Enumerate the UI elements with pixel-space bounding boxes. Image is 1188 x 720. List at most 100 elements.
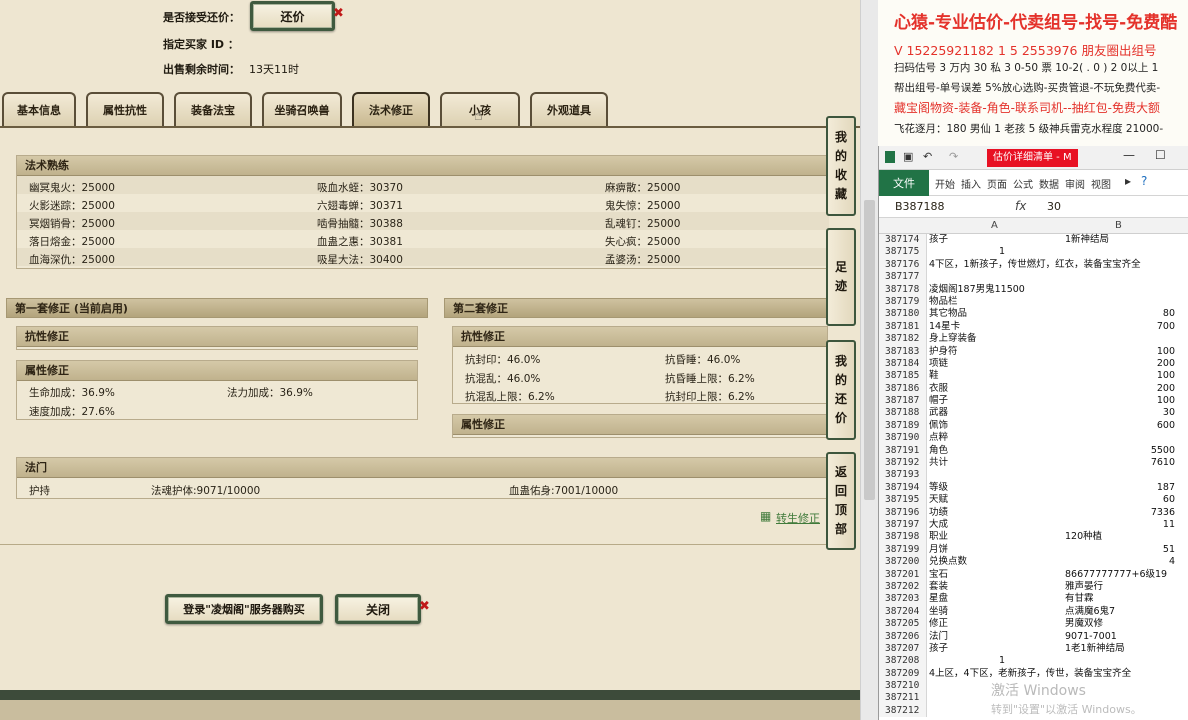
cell-b[interactable]: 7336: [1065, 507, 1175, 519]
tab-appearance[interactable]: 外观道具: [530, 92, 608, 126]
sheet-row[interactable]: 387204 坐骑 点满魔6鬼7: [879, 605, 1188, 619]
cell-b[interactable]: 200: [1065, 358, 1175, 370]
sheet-row[interactable]: 387205 修正 男魔双修: [879, 618, 1188, 631]
row-number[interactable]: 387185: [879, 370, 927, 383]
sheet-row[interactable]: 387175 1: [879, 246, 1188, 259]
row-number[interactable]: 387189: [879, 419, 927, 433]
cell-a[interactable]: 物品栏: [929, 296, 958, 308]
cell-a[interactable]: 宝石: [929, 569, 948, 581]
row-number[interactable]: 387192: [879, 457, 927, 470]
cell-a[interactable]: 功绩: [929, 507, 948, 519]
tab-attribute-resist[interactable]: 属性抗性: [86, 92, 164, 126]
cell-b[interactable]: 187: [1065, 482, 1175, 494]
sheet-row[interactable]: 387187 帽子 100: [879, 395, 1188, 408]
cell-a[interactable]: 鞋: [929, 370, 939, 382]
cell-b[interactable]: 4: [1065, 556, 1175, 568]
row-number[interactable]: 387199: [879, 543, 927, 557]
row-number[interactable]: 387176: [879, 258, 927, 272]
cell-a[interactable]: 衣服: [929, 383, 948, 395]
fx-icon[interactable]: fx: [1015, 199, 1026, 213]
row-number[interactable]: 387179: [879, 295, 927, 309]
row-number[interactable]: 387178: [879, 283, 927, 296]
sheet-row[interactable]: 387189 佩饰 600: [879, 419, 1188, 433]
cell-a[interactable]: 其它物品: [929, 308, 967, 320]
redo-icon[interactable]: ↷: [949, 150, 958, 163]
cell-a[interactable]: 孩子: [929, 234, 948, 246]
sheet-row[interactable]: 387199 月饼 51: [879, 543, 1188, 557]
sheet-row[interactable]: 387191 角色 5500: [879, 444, 1188, 458]
row-number[interactable]: 387206: [879, 630, 927, 643]
row-number[interactable]: 387174: [879, 234, 927, 247]
cell-b[interactable]: 200: [1065, 383, 1175, 395]
row-number[interactable]: 387195: [879, 494, 927, 507]
row-number[interactable]: 387175: [879, 246, 927, 259]
cell-a[interactable]: 1: [999, 655, 1005, 667]
cell-a[interactable]: 项链: [929, 358, 948, 370]
save-icon[interactable]: ▣: [903, 150, 913, 163]
sheet-row[interactable]: 387198 职业 120种植: [879, 531, 1188, 544]
cell-a[interactable]: 天赋: [929, 494, 948, 506]
cell-a[interactable]: 帽子: [929, 395, 948, 407]
sheet-row[interactable]: 387192 共计 7610: [879, 457, 1188, 470]
row-number[interactable]: 387193: [879, 469, 927, 482]
tab-basic-info[interactable]: 基本信息: [2, 92, 76, 126]
row-number[interactable]: 387198: [879, 531, 927, 544]
cell-b[interactable]: 30: [1065, 407, 1175, 419]
cell-b[interactable]: 11: [1065, 519, 1175, 531]
cell-a[interactable]: 点粹: [929, 432, 948, 444]
sheet-row[interactable]: 387196 功绩 7336: [879, 506, 1188, 519]
cell-b[interactable]: 有甘霖: [1065, 593, 1175, 605]
row-number[interactable]: 387200: [879, 556, 927, 569]
ribbon-tab-file[interactable]: 文件: [879, 170, 929, 196]
browser-scrollbar[interactable]: [860, 0, 878, 720]
row-number[interactable]: 387182: [879, 333, 927, 346]
cell-b[interactable]: 100: [1065, 370, 1175, 382]
tab-equipment[interactable]: 装备法宝: [174, 92, 252, 126]
sheet-row[interactable]: 387181 14星卡 700: [879, 320, 1188, 334]
ribbon-tab-data[interactable]: 数据: [1039, 176, 1059, 191]
row-number[interactable]: 387177: [879, 271, 927, 284]
cell-a[interactable]: 坐骑: [929, 606, 948, 618]
cell-b[interactable]: 600: [1065, 420, 1175, 432]
ribbon-tab-page[interactable]: 页面: [987, 176, 1007, 191]
row-number[interactable]: 387188: [879, 407, 927, 420]
sheet-row[interactable]: 387183 护身符 100: [879, 345, 1188, 358]
row-number[interactable]: 387209: [879, 667, 927, 681]
cell-a[interactable]: 共计: [929, 457, 948, 469]
sheet-row[interactable]: 387179 物品栏: [879, 295, 1188, 309]
row-number[interactable]: 387194: [879, 481, 927, 495]
cell-b[interactable]: 86677777777+6级19: [1065, 569, 1175, 581]
sheet-row[interactable]: 387188 武器 30: [879, 407, 1188, 420]
sheet-row[interactable]: 387208 1: [879, 655, 1188, 668]
sheet-row[interactable]: 387200 兑换点数 4: [879, 556, 1188, 569]
footprints-button[interactable]: 足迹: [826, 228, 856, 326]
back-to-top-button[interactable]: 返回顶部: [826, 452, 856, 550]
cell-a[interactable]: 职业: [929, 531, 948, 543]
transfer-correction-link[interactable]: 转生修正: [776, 510, 820, 526]
sheet-row[interactable]: 387193: [879, 469, 1188, 482]
row-number[interactable]: 387204: [879, 605, 927, 619]
cell-b[interactable]: 9071-7001: [1065, 631, 1175, 643]
ribbon-tab-view[interactable]: 视图: [1091, 176, 1111, 191]
ribbon-tab-insert[interactable]: 插入: [961, 176, 981, 191]
cell-a[interactable]: 身上穿装备: [929, 333, 977, 345]
buy-button[interactable]: 登录"凌烟阁"服务器购买: [165, 594, 323, 624]
name-box[interactable]: B387188: [895, 200, 945, 213]
column-header-a[interactable]: A: [991, 220, 998, 231]
column-header-b[interactable]: B: [1115, 220, 1122, 231]
cell-b[interactable]: 51: [1065, 544, 1175, 556]
row-number[interactable]: 387190: [879, 432, 927, 445]
cell-a[interactable]: 14星卡: [929, 321, 960, 333]
sheet-row[interactable]: 387182 身上穿装备: [879, 333, 1188, 346]
scrollbar-thumb[interactable]: [864, 200, 875, 500]
close-button[interactable]: 关闭: [335, 594, 421, 624]
ribbon-tab-formula[interactable]: 公式: [1013, 176, 1033, 191]
sheet-row[interactable]: 387194 等级 187: [879, 481, 1188, 495]
my-favorites-button[interactable]: 我的收藏: [826, 116, 856, 216]
row-number[interactable]: 387183: [879, 345, 927, 358]
row-number[interactable]: 387203: [879, 593, 927, 606]
tab-spell-correction[interactable]: 法术修正: [352, 92, 430, 126]
row-number[interactable]: 387211: [879, 692, 927, 705]
cell-a[interactable]: 凌烟阁187男鬼11500: [929, 284, 1025, 296]
cell-a[interactable]: 4上区，4下区，老新孩子，传世，装备宝宝齐全: [929, 668, 1131, 680]
